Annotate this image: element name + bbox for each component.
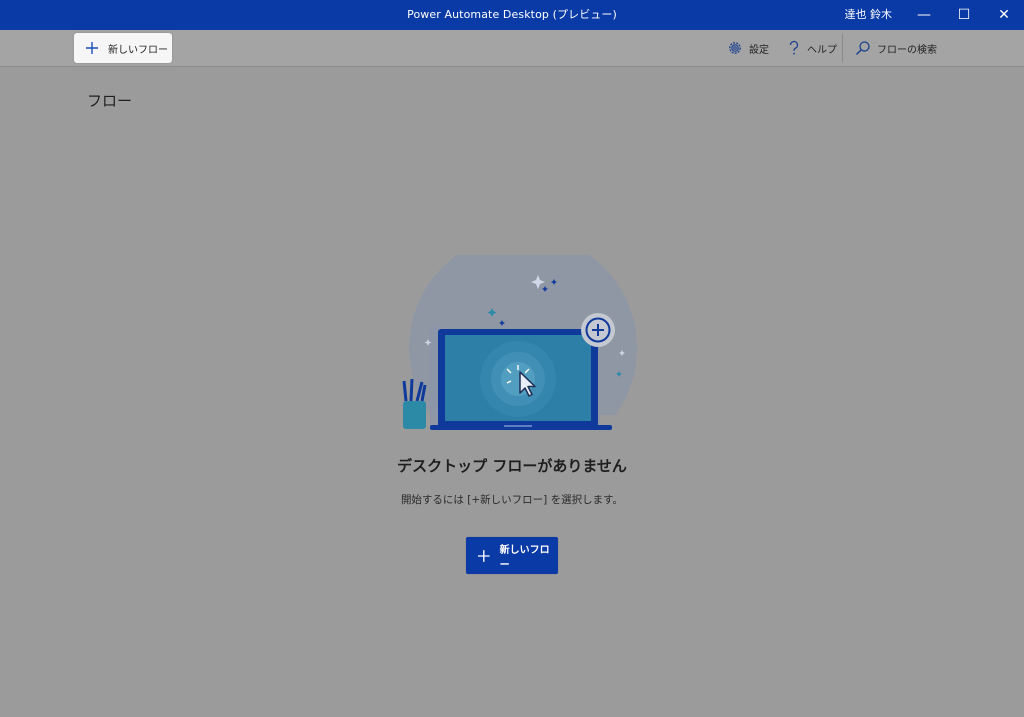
user-name[interactable]: 達也 鈴木 (845, 0, 893, 30)
empty-state-description: 開始するには [+新しいフロー] を選択します。 (400, 494, 624, 506)
close-button[interactable]: ✕ (984, 0, 1024, 30)
new-flow-label: 新しいフロー (108, 44, 168, 56)
settings-label: 設定 (749, 44, 769, 56)
close-icon: ✕ (998, 7, 1010, 23)
new-flow-primary-button[interactable]: 新しいフロー (466, 537, 558, 574)
toolbar: 新しいフロー 設定 ヘルプ フローの検索 (0, 30, 1024, 67)
flow-search-input[interactable]: フローの検索 (855, 30, 937, 66)
help-icon (789, 40, 799, 55)
new-flow-button[interactable]: 新しいフロー (74, 33, 172, 63)
settings-button[interactable]: 設定 (727, 30, 769, 66)
minimize-icon: — (917, 7, 931, 23)
empty-flow-illustration (402, 255, 637, 435)
empty-state-title: デスクトップ フローがありません (397, 457, 627, 475)
plus-icon (86, 42, 98, 54)
help-label: ヘルプ (807, 44, 837, 56)
help-button[interactable]: ヘルプ (787, 30, 837, 66)
search-icon (856, 41, 870, 55)
page-title: フロー (87, 92, 133, 110)
gear-icon (729, 42, 741, 54)
toolbar-divider (842, 34, 843, 62)
search-placeholder: フローの検索 (877, 44, 937, 56)
plus-icon (477, 549, 490, 562)
new-flow-primary-label: 新しいフロー (499, 544, 550, 571)
minimize-button[interactable]: — (904, 0, 944, 30)
maximize-icon: ☐ (957, 7, 971, 23)
title-bar: Power Automate Desktop (プレビュー) 達也 鈴木 — ☐… (0, 0, 1024, 30)
maximize-button[interactable]: ☐ (944, 0, 984, 30)
